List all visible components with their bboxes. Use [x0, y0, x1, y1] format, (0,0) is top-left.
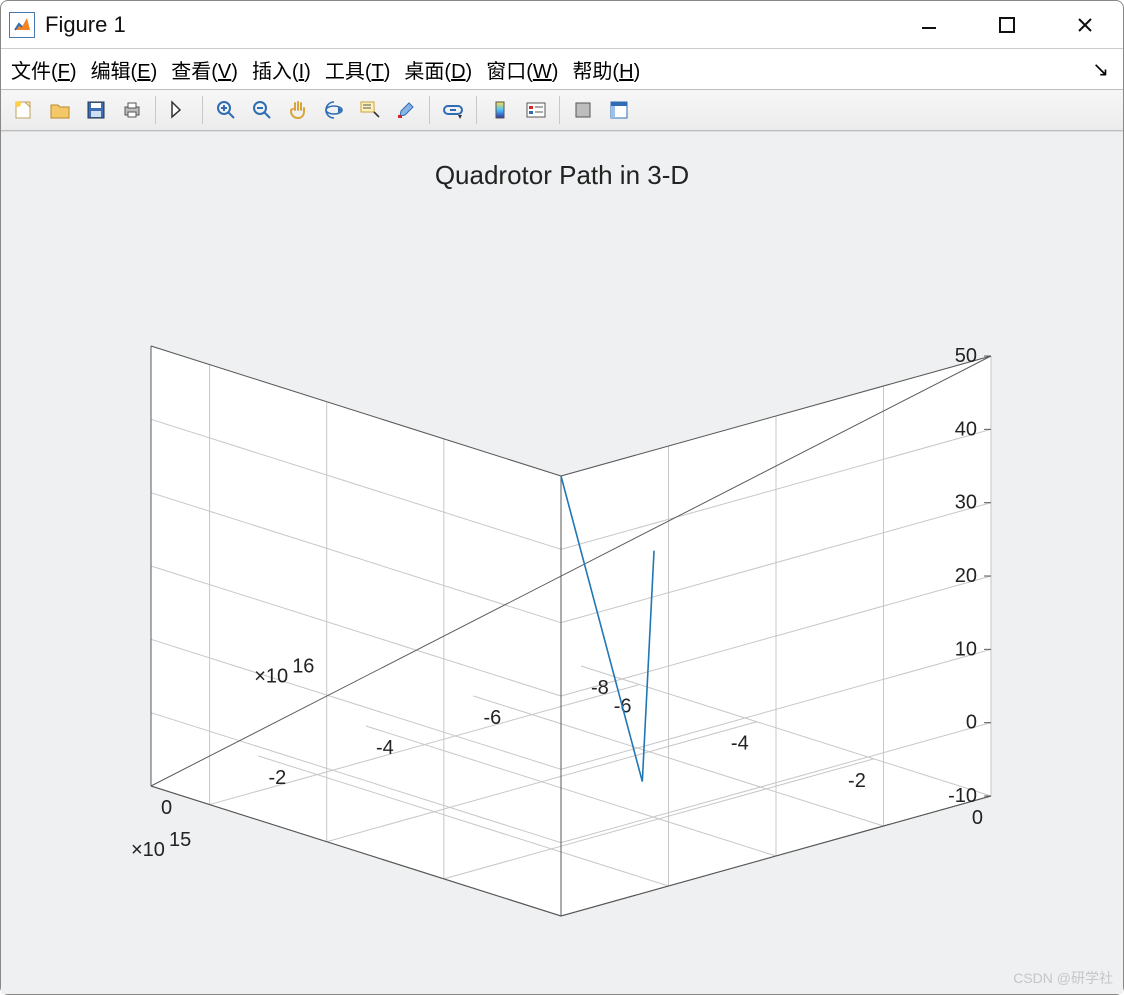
menu-i[interactable]: 插入(I) [252, 55, 311, 84]
menu-v[interactable]: 查看(V) [171, 55, 238, 84]
pan-icon [287, 99, 309, 121]
figure-area[interactable]: Quadrotor Path in 3-D -10010203040500-2-… [1, 131, 1123, 994]
svg-text:15: 15 [169, 829, 191, 851]
insert-legend-icon [525, 99, 547, 121]
rotate-3d-icon [323, 99, 345, 121]
edit-plot-button[interactable] [162, 94, 196, 126]
watermark: CSDN @研学社 [1013, 968, 1113, 988]
svg-text:-2: -2 [269, 767, 287, 789]
svg-text:0: 0 [966, 712, 977, 734]
insert-colorbar-icon [489, 99, 511, 121]
toolbar-separator [202, 96, 203, 124]
close-button[interactable] [1065, 10, 1105, 40]
svg-text:×10: ×10 [254, 666, 288, 688]
minimize-button[interactable] [909, 10, 949, 40]
save-button[interactable] [79, 94, 113, 126]
svg-text:0: 0 [161, 797, 172, 819]
toolbar-separator [559, 96, 560, 124]
svg-text:20: 20 [955, 565, 977, 587]
pan-button[interactable] [281, 94, 315, 126]
svg-text:-10: -10 [948, 785, 977, 807]
matlab-icon [9, 12, 35, 38]
svg-text:-4: -4 [731, 733, 749, 755]
open-file-button[interactable] [43, 94, 77, 126]
chart-title: Quadrotor Path in 3-D [1, 160, 1123, 191]
zoom-in-button[interactable] [209, 94, 243, 126]
print-button[interactable] [115, 94, 149, 126]
figure-window: Figure 1 文件(F) 编辑(E) 查看(V) 插入(I) 工具(T) 桌面(D) 窗… [0, 0, 1124, 995]
toolbar [1, 89, 1123, 131]
edit-plot-icon [168, 99, 190, 121]
insert-legend-button[interactable] [519, 94, 553, 126]
toolbar-separator [429, 96, 430, 124]
dock-arrow-icon[interactable]: ↘ [1092, 57, 1113, 82]
svg-text:50: 50 [955, 345, 977, 367]
svg-text:×10: ×10 [131, 839, 165, 861]
svg-text:10: 10 [955, 638, 977, 660]
hide-plot-tools-icon [572, 99, 594, 121]
svg-text:0: 0 [972, 807, 983, 829]
insert-colorbar-button[interactable] [483, 94, 517, 126]
titlebar: Figure 1 [1, 1, 1123, 49]
maximize-button[interactable] [987, 10, 1027, 40]
brush-icon [395, 99, 417, 121]
new-figure-icon [13, 99, 35, 121]
data-cursor-button[interactable] [353, 94, 387, 126]
menu-f[interactable]: 文件(F) [11, 55, 77, 84]
zoom-out-button[interactable] [245, 94, 279, 126]
open-file-icon [49, 99, 71, 121]
svg-text:-4: -4 [376, 737, 394, 759]
menu-h[interactable]: 帮助(H) [572, 55, 640, 84]
menu-d[interactable]: 桌面(D) [404, 55, 472, 84]
print-icon [121, 99, 143, 121]
window-title: Figure 1 [45, 12, 909, 38]
menu-w[interactable]: 窗口(W) [486, 55, 558, 84]
svg-text:-6: -6 [484, 707, 502, 729]
data-cursor-icon [359, 99, 381, 121]
brush-button[interactable] [389, 94, 423, 126]
link-plot-button[interactable] [436, 94, 470, 126]
rotate-3d-button[interactable] [317, 94, 351, 126]
hide-plot-tools-button[interactable] [566, 94, 600, 126]
axes-3d[interactable]: -10010203040500-2-4-6-8-6-4-20×1016×1015 [71, 196, 1051, 956]
toolbar-separator [476, 96, 477, 124]
save-icon [85, 99, 107, 121]
svg-text:-2: -2 [848, 770, 866, 792]
svg-text:40: 40 [955, 418, 977, 440]
show-plot-tools-button[interactable] [602, 94, 636, 126]
svg-text:30: 30 [955, 492, 977, 514]
svg-text:-8: -8 [591, 677, 609, 699]
new-figure-button[interactable] [7, 94, 41, 126]
menubar: 文件(F) 编辑(E) 查看(V) 插入(I) 工具(T) 桌面(D) 窗口(W) 帮助(H)… [1, 49, 1123, 89]
zoom-in-icon [215, 99, 237, 121]
zoom-out-icon [251, 99, 273, 121]
show-plot-tools-icon [608, 99, 630, 121]
menu-e[interactable]: 编辑(E) [91, 55, 158, 84]
svg-text:16: 16 [292, 656, 314, 678]
menu-t[interactable]: 工具(T) [325, 55, 391, 84]
toolbar-separator [155, 96, 156, 124]
window-buttons [909, 10, 1105, 40]
link-plot-icon [442, 99, 464, 121]
